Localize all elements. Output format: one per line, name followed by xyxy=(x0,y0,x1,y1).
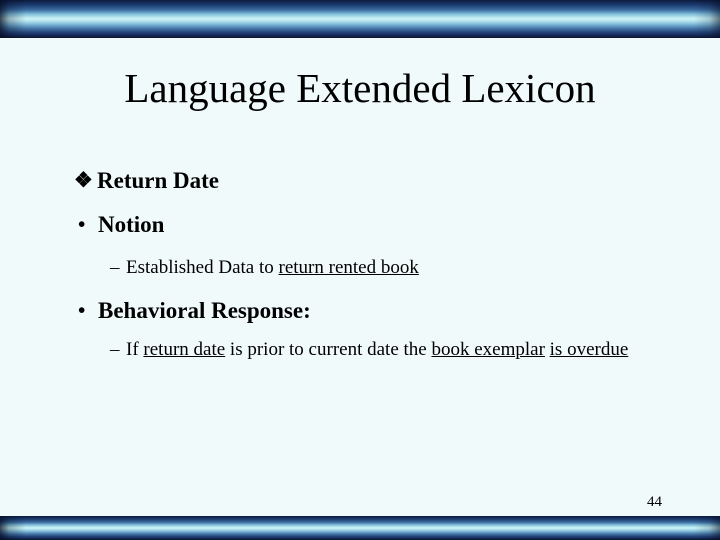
behavioral-item-underlined3: is overdue xyxy=(549,339,629,361)
behavioral-item-text: If return date is prior to current date … xyxy=(126,338,720,361)
slide-title: Language Extended Lexicon xyxy=(124,65,596,111)
dash-bullet-icon: – xyxy=(110,339,120,361)
top-decoration-band xyxy=(0,0,720,38)
notion-item-text: Established Data to return rented book xyxy=(126,256,720,279)
disc-bullet-icon: • xyxy=(78,297,86,322)
top-band-gradient xyxy=(0,0,720,38)
bottom-band-gradient xyxy=(0,516,720,540)
bullet-notion-item: – Established Data to return rented book xyxy=(0,256,720,279)
disc-bullet-icon: • xyxy=(78,211,86,236)
bullet-behavioral-item: – If return date is prior to current dat… xyxy=(0,338,720,361)
notion-item-underlined: return rented book xyxy=(278,257,419,279)
entry-name-text: Return Date xyxy=(97,168,219,193)
bullet-notion-label: • Notion xyxy=(0,212,720,239)
behavioral-item-underlined1: return date xyxy=(143,339,226,361)
notion-label-text: Notion xyxy=(98,211,165,237)
behavioral-item-part2: is prior to current date the xyxy=(225,339,432,361)
slide-body: ❖ Return Date • Notion – Established Dat… xyxy=(0,168,720,366)
behavioral-item-underlined2: book exemplar xyxy=(431,339,545,361)
notion-item-plain: Established Data to xyxy=(126,257,279,279)
slide: Language Extended Lexicon ❖ Return Date … xyxy=(0,0,720,540)
dash-bullet-icon: – xyxy=(110,257,120,279)
bullet-entry-name: ❖ Return Date xyxy=(0,168,720,195)
behavioral-item-part1: If xyxy=(126,339,144,361)
diamond-bullet-icon: ❖ xyxy=(74,168,93,192)
page-number: 44 xyxy=(647,494,662,510)
bullet-behavioral-label: • Behavioral Response: xyxy=(0,298,720,325)
bottom-decoration-band xyxy=(0,516,720,540)
behavioral-label-text: Behavioral Response: xyxy=(98,297,311,323)
